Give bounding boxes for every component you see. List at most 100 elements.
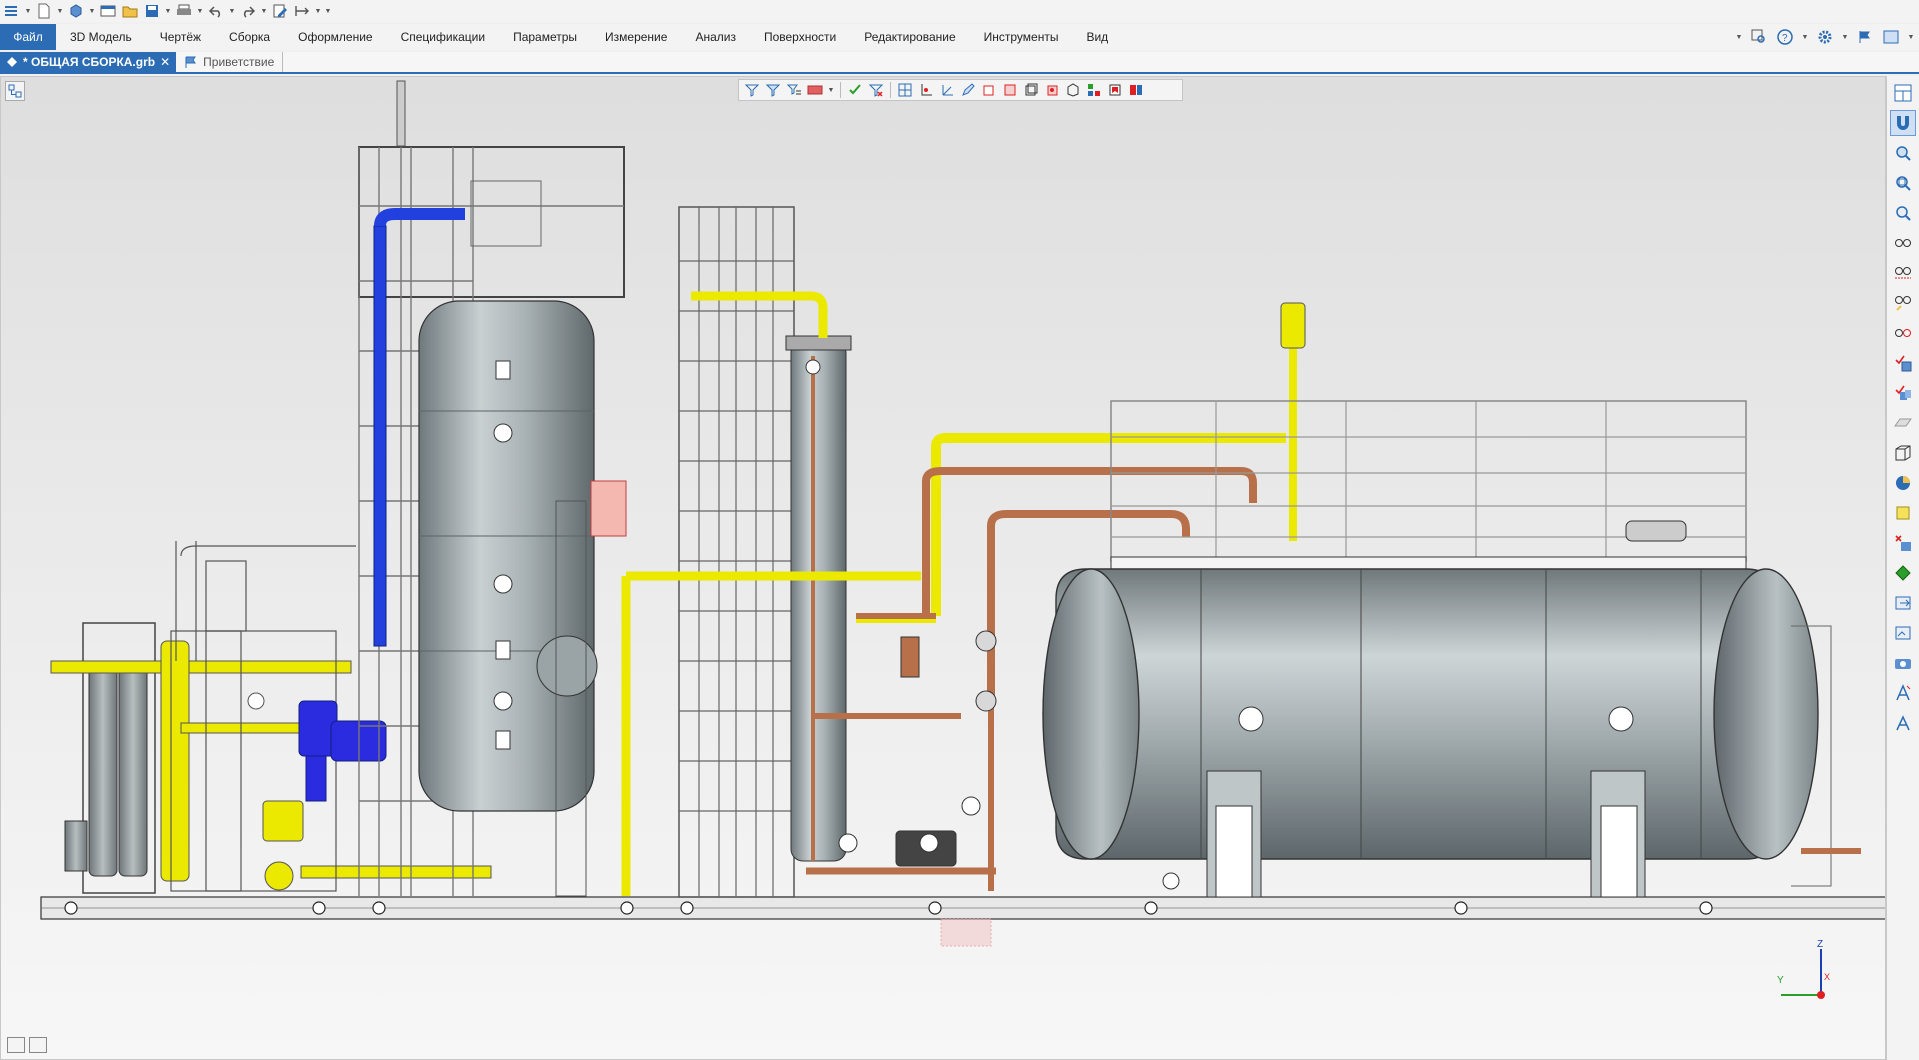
redo-icon[interactable] bbox=[238, 2, 258, 20]
menu-3d-model[interactable]: 3D Модель bbox=[56, 24, 146, 50]
menu-editing[interactable]: Редактирование bbox=[850, 24, 969, 50]
menu-tools[interactable]: Инструменты bbox=[970, 24, 1073, 50]
filter-list-icon[interactable] bbox=[785, 81, 803, 99]
menu-icon[interactable] bbox=[2, 2, 22, 20]
menu-surfaces[interactable]: Поверхности bbox=[750, 24, 850, 50]
menu-analysis[interactable]: Анализ bbox=[681, 24, 750, 50]
box-outline-icon[interactable] bbox=[1890, 440, 1916, 466]
menu-file[interactable]: Файл bbox=[0, 24, 56, 50]
menu-view[interactable]: Вид bbox=[1072, 24, 1122, 50]
glasses-edit-icon[interactable] bbox=[1890, 290, 1916, 316]
text-style-icon[interactable] bbox=[1890, 710, 1916, 736]
check-cube-icon[interactable] bbox=[1890, 350, 1916, 376]
view-left-icon[interactable] bbox=[1022, 81, 1040, 99]
zoom-fit-icon[interactable] bbox=[1890, 200, 1916, 226]
view-right-icon[interactable] bbox=[1043, 81, 1061, 99]
quick-access-toolbar: ▼ ▼ ▼ ▼ ▼ ▼ ▼ ▼ ▼ bbox=[0, 0, 1919, 22]
new-file-icon[interactable] bbox=[34, 2, 54, 20]
close-icon[interactable]: ✕ bbox=[160, 55, 170, 69]
model-tree-toggle-icon[interactable] bbox=[5, 81, 25, 101]
menu-formatting[interactable]: Оформление bbox=[284, 24, 386, 50]
menu-drawing[interactable]: Чертёж bbox=[146, 24, 215, 50]
selection-color-dropdown-icon[interactable]: ▼ bbox=[827, 87, 835, 94]
glasses-view-icon[interactable] bbox=[1890, 320, 1916, 346]
layout-split-icon[interactable] bbox=[29, 1037, 47, 1053]
search-icon[interactable] bbox=[1749, 28, 1769, 46]
export-icon[interactable] bbox=[1890, 590, 1916, 616]
zoom-icon[interactable] bbox=[1890, 140, 1916, 166]
view-front-icon[interactable] bbox=[980, 81, 998, 99]
model-dropdown-icon[interactable]: ▼ bbox=[88, 8, 96, 15]
layout-single-icon[interactable] bbox=[7, 1037, 25, 1053]
tab-welcome[interactable]: Приветствие bbox=[176, 52, 284, 72]
3d-viewport[interactable]: Z Y X ▼ bbox=[0, 76, 1886, 1060]
zoom-window-icon[interactable] bbox=[1890, 170, 1916, 196]
menu-parameters[interactable]: Параметры bbox=[499, 24, 591, 50]
grid-icon[interactable] bbox=[896, 81, 914, 99]
customize-qat-icon[interactable]: ▼ bbox=[324, 8, 332, 15]
save-dropdown-icon[interactable]: ▼ bbox=[164, 8, 172, 15]
import-icon[interactable] bbox=[1890, 620, 1916, 646]
section-icon[interactable] bbox=[1127, 81, 1145, 99]
view-back-icon[interactable] bbox=[1001, 81, 1019, 99]
viewport-layout-buttons bbox=[7, 1037, 47, 1053]
flag-icon[interactable] bbox=[1855, 28, 1875, 46]
save-icon[interactable] bbox=[142, 2, 162, 20]
magnet-icon[interactable] bbox=[1890, 110, 1916, 136]
pie-icon[interactable] bbox=[1890, 470, 1916, 496]
selection-filter-toolbar: ▼ bbox=[738, 79, 1183, 101]
menu-specifications[interactable]: Спецификации bbox=[387, 24, 499, 50]
selection-color-icon[interactable] bbox=[806, 81, 824, 99]
gear-icon[interactable] bbox=[1815, 28, 1835, 46]
model-icon[interactable] bbox=[66, 2, 86, 20]
undo-dropdown-icon[interactable]: ▼ bbox=[228, 8, 236, 15]
plane-icon[interactable] bbox=[1890, 410, 1916, 436]
check-filter-icon[interactable] bbox=[846, 81, 864, 99]
help-icon[interactable]: ? bbox=[1775, 28, 1795, 46]
check-cubes-icon[interactable] bbox=[1890, 380, 1916, 406]
coordinate-icon[interactable] bbox=[938, 81, 956, 99]
window-icon[interactable] bbox=[98, 2, 118, 20]
middle-tower bbox=[621, 206, 921, 898]
window-layout-icon[interactable] bbox=[1890, 80, 1916, 106]
menu-measurement[interactable]: Измерение bbox=[591, 24, 681, 50]
undo-icon[interactable] bbox=[206, 2, 226, 20]
filter-icon[interactable] bbox=[743, 81, 761, 99]
gear-dropdown-icon[interactable]: ▼ bbox=[1841, 34, 1849, 41]
tab-general-assembly[interactable]: * ОБЩАЯ СБОРКА.grb ✕ bbox=[0, 52, 177, 72]
edit-icon[interactable] bbox=[270, 2, 290, 20]
filter-edit-icon[interactable] bbox=[764, 81, 782, 99]
print-dropdown-icon[interactable]: ▼ bbox=[196, 8, 204, 15]
window-restore-icon[interactable] bbox=[1881, 28, 1901, 46]
menu-assembly[interactable]: Сборка bbox=[215, 24, 284, 50]
measure-icon[interactable] bbox=[292, 2, 312, 20]
camera-icon[interactable] bbox=[1890, 650, 1916, 676]
menu-dropdown-icon[interactable]: ▼ bbox=[24, 8, 32, 15]
green-box-icon[interactable] bbox=[1890, 560, 1916, 586]
help-dropdown-icon[interactable]: ▼ bbox=[1801, 34, 1809, 41]
redo-dropdown-icon[interactable]: ▼ bbox=[260, 8, 268, 15]
bookmark-icon[interactable] bbox=[1106, 81, 1124, 99]
svg-text:?: ? bbox=[1782, 33, 1788, 44]
clear-filter-icon[interactable] bbox=[867, 81, 885, 99]
ribbon-dropdown-icon[interactable]: ▼ bbox=[1735, 34, 1743, 41]
measure-dropdown-icon[interactable]: ▼ bbox=[314, 8, 322, 15]
hierarchy-icon[interactable] bbox=[1085, 81, 1103, 99]
print-icon[interactable] bbox=[174, 2, 194, 20]
view-iso-icon[interactable] bbox=[1064, 81, 1082, 99]
menu-right-tools: ▼ ? ▼ ▼ ▼ bbox=[1735, 28, 1915, 46]
yellow-box-icon[interactable] bbox=[1890, 500, 1916, 526]
glasses-cut-icon[interactable] bbox=[1890, 260, 1916, 286]
tab-title: * ОБЩАЯ СБОРКА.grb bbox=[23, 55, 156, 69]
open-folder-icon[interactable] bbox=[120, 2, 140, 20]
axis-z-label: Z bbox=[1817, 939, 1823, 950]
glasses-icon[interactable] bbox=[1890, 230, 1916, 256]
red-x-box-icon[interactable] bbox=[1890, 530, 1916, 556]
pencil-icon[interactable] bbox=[959, 81, 977, 99]
axis-icon[interactable] bbox=[917, 81, 935, 99]
window-dropdown-icon[interactable]: ▼ bbox=[1907, 34, 1915, 41]
text-icon[interactable] bbox=[1890, 680, 1916, 706]
new-file-dropdown-icon[interactable]: ▼ bbox=[56, 8, 64, 15]
assembly-icon bbox=[7, 57, 17, 67]
coordinate-triad: Z Y X bbox=[1777, 939, 1830, 999]
